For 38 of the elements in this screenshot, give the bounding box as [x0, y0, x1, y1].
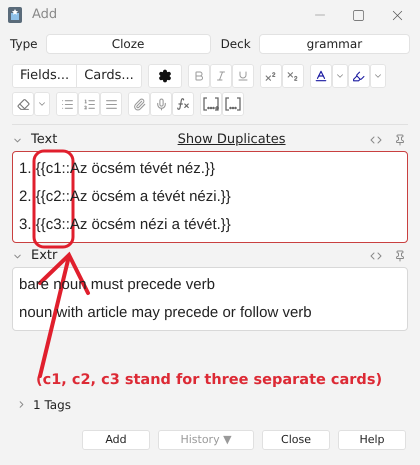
toolbar-button[interactable]: Fields... [12, 64, 78, 88]
bullet-list-icon[interactable] [60, 98, 74, 110]
note-type-button[interactable]: Cloze [46, 34, 211, 54]
html-editor-icon[interactable] [370, 250, 382, 262]
numbered-list-icon[interactable] [82, 98, 96, 110]
window-title: Add [32, 6, 58, 24]
settings-icon[interactable] [158, 69, 172, 83]
dialog-button[interactable]: Help [338, 430, 406, 450]
field-label: Text [31, 131, 58, 150]
pin-icon[interactable] [394, 134, 406, 146]
cloze-add-icon [203, 97, 219, 111]
html-editor-icon[interactable] [370, 134, 382, 146]
type-label: Type [10, 36, 38, 53]
eraser-icon[interactable] [16, 98, 30, 110]
highlighter-icon[interactable] [352, 70, 366, 82]
app-icon [8, 7, 22, 23]
show-duplicates-link[interactable]: Show Duplicates [178, 130, 286, 150]
cloze-icon [225, 97, 241, 111]
microphone-icon[interactable] [154, 98, 168, 110]
dialog-button[interactable]: Add [82, 430, 150, 450]
text-color-icon[interactable] [314, 69, 328, 83]
underline-icon[interactable] [236, 70, 249, 82]
subscript-icon[interactable] [286, 70, 300, 82]
toolbar-button[interactable]: Cards... [77, 64, 142, 88]
deck-button[interactable]: grammar [258, 34, 410, 54]
field-text-line: noun with article may precede or follow verb [19, 303, 312, 323]
attach-icon[interactable] [132, 98, 146, 110]
field-label: Extr [31, 247, 58, 266]
italic-icon[interactable] [214, 70, 227, 82]
bold-icon[interactable] [192, 70, 205, 82]
dialog-button[interactable]: Close [262, 430, 330, 450]
tags-label: 1 Tags [33, 396, 72, 414]
deck-label: Deck [220, 36, 251, 53]
align-icon[interactable] [104, 98, 118, 110]
maximize-icon[interactable] [352, 8, 365, 22]
pin-icon[interactable] [394, 250, 406, 262]
superscript-icon[interactable] [264, 70, 278, 82]
function-icon[interactable] [176, 97, 190, 111]
